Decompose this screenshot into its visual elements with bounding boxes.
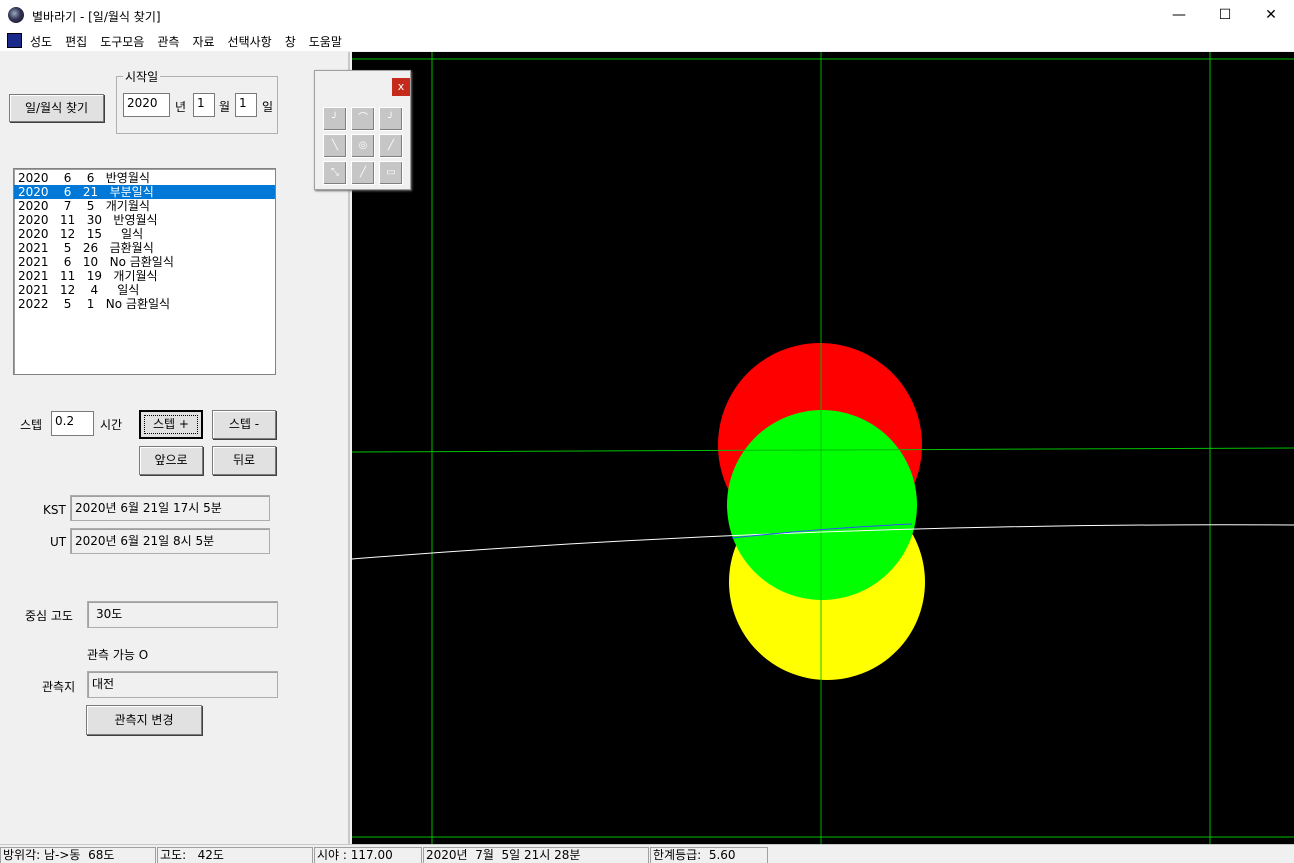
location-value: 대전	[87, 671, 278, 698]
status-bar: 방위각: 남->동 68도 고도: 42도 시야 : 117.00 2020년 …	[0, 844, 1294, 863]
list-item[interactable]: 2021 6 10 No 금환일식	[14, 255, 275, 269]
tool-5-icon[interactable]: ◎	[351, 134, 375, 158]
tool-4-icon[interactable]: ╲	[323, 134, 347, 158]
menu-item-edit[interactable]: 편집	[65, 33, 95, 50]
find-eclipse-button[interactable]: 일/월식 찾기	[9, 94, 104, 122]
month-input[interactable]: 1	[193, 93, 215, 117]
change-location-button[interactable]: 관측지 변경	[86, 705, 202, 735]
status-altitude: 고도: 42도	[157, 847, 313, 863]
menu-item-data[interactable]: 자료	[192, 33, 222, 50]
list-item[interactable]: 2020 7 5 개기월식	[14, 199, 275, 213]
close-button[interactable]: ✕	[1248, 0, 1294, 31]
location-label: 관측지	[42, 680, 76, 694]
status-limit-magnitude: 한계등급: 5.60	[650, 847, 768, 863]
minimize-button[interactable]: —	[1156, 0, 1202, 31]
tool-9-icon[interactable]: ▭	[379, 161, 403, 185]
list-item[interactable]: 2020 11 30 반영월식	[14, 213, 275, 227]
list-item[interactable]: 2021 12 4 일식	[14, 283, 275, 297]
menu-item-help[interactable]: 도움말	[309, 33, 350, 50]
eclipse-list[interactable]: 2020 6 6 반영월식 2020 6 21 부분일식 2020 7 5 개기…	[13, 168, 276, 375]
window-title: 별바라기 - [일/월식 찾기]	[32, 10, 161, 24]
list-item-selected[interactable]: 2020 6 21 부분일식	[14, 185, 275, 199]
status-datetime: 2020년 7월 5일 21시 28분	[423, 847, 649, 863]
day-unit: 일	[262, 100, 274, 114]
list-item[interactable]: 2020 12 15 일식	[14, 227, 275, 241]
altitude-value: 30도	[87, 601, 278, 628]
step-plus-button[interactable]: 스텝 +	[139, 410, 203, 439]
tool-6-icon[interactable]: ╱	[379, 134, 403, 158]
ut-label: UT	[50, 535, 67, 549]
list-item[interactable]: 2021 11 19 개기월식	[14, 269, 275, 283]
step-minus-button[interactable]: 스텝 -	[212, 410, 276, 439]
menu-items: 성도 편집 도구모음 관측 자료 선택사항 창 도움말	[30, 33, 355, 50]
kst-value: 2020년 6월 21일 17시 5분	[70, 495, 270, 521]
title-bar: 별바라기 - [일/월식 찾기] — ☐ ✕	[0, 0, 1294, 31]
tool-2-icon[interactable]: ⌒	[351, 107, 375, 131]
day-input[interactable]: 1	[235, 93, 257, 117]
list-item[interactable]: 2021 5 26 금환월식	[14, 241, 275, 255]
menu-item-observe[interactable]: 관측	[157, 33, 187, 50]
forward-button[interactable]: 앞으로	[139, 446, 203, 475]
altitude-label: 중심 고도	[25, 609, 73, 623]
menu-item-options[interactable]: 선택사항	[228, 33, 280, 50]
sky-view[interactable]	[352, 52, 1294, 844]
year-unit: 년	[175, 100, 187, 114]
observable-status: 관측 가능 O	[87, 648, 149, 662]
list-item[interactable]: 2020 6 6 반영월식	[14, 171, 275, 185]
menu-item-chart[interactable]: 성도	[30, 33, 60, 50]
list-item[interactable]: 2022 5 1 No 금환일식	[14, 297, 275, 311]
app-icon	[8, 7, 24, 23]
maximize-button[interactable]: ☐	[1202, 0, 1248, 31]
step-input[interactable]: 0.2	[51, 411, 94, 436]
year-input[interactable]: 2020	[123, 93, 170, 117]
tool-3-icon[interactable]: ╯	[379, 107, 403, 131]
kst-label: KST	[43, 503, 66, 517]
status-azimuth: 방위각: 남->동 68도	[0, 847, 156, 863]
menu-item-window[interactable]: 창	[285, 33, 304, 50]
tool-1-icon[interactable]: ╯	[323, 107, 347, 131]
tool-palette[interactable]: x ╯ ⌒ ╯ ╲ ◎ ╱ ⤡ ╱ ▭	[314, 70, 411, 190]
step-unit: 시간	[100, 418, 123, 432]
child-window-icon[interactable]	[7, 33, 22, 48]
menu-bar: 성도 편집 도구모음 관측 자료 선택사항 창 도움말 _ 🗗 ✕	[0, 31, 1294, 76]
moon-disc	[727, 410, 917, 600]
ut-value: 2020년 6월 21일 8시 5분	[70, 528, 270, 554]
start-date-label: 시작일	[123, 68, 161, 85]
backward-button[interactable]: 뒤로	[212, 446, 276, 475]
tool-8-icon[interactable]: ╱	[351, 161, 375, 185]
status-fov: 시야 : 117.00	[314, 847, 422, 863]
menu-item-toolbars[interactable]: 도구모음	[100, 33, 152, 50]
palette-close-button[interactable]: x	[392, 78, 410, 96]
step-label: 스텝	[20, 418, 43, 432]
tool-7-icon[interactable]: ⤡	[323, 161, 347, 185]
month-unit: 월	[219, 100, 231, 114]
sky-canvas	[352, 52, 1294, 844]
